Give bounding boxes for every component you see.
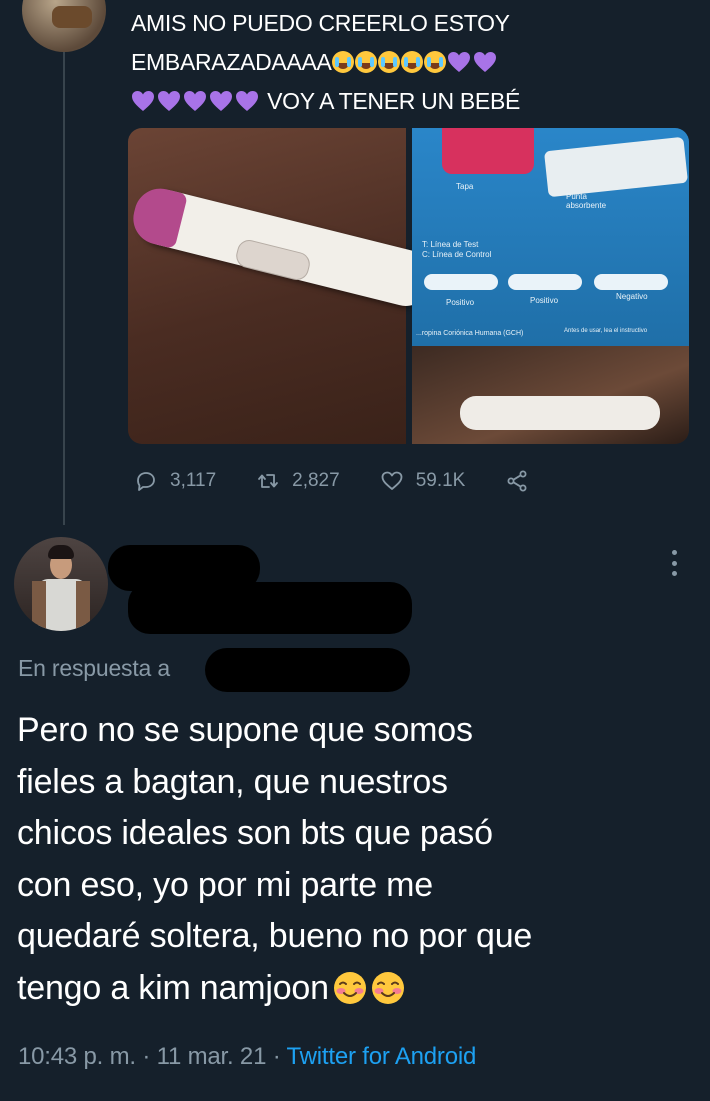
label-hormona: ...ropina Coriónica Humana (GCH)	[416, 330, 524, 337]
reply-tweet-line-4: con eso, yo por mi parte me	[17, 865, 434, 904]
label-tapa: Tapa	[456, 182, 474, 191]
reply-count: 3,117	[170, 470, 217, 491]
share-icon	[507, 470, 527, 492]
tweet-actions: 3,117 2,827 59.1K	[134, 466, 529, 496]
legend-c: C: Línea de Control	[422, 250, 492, 259]
pregnancy-test-photo-1[interactable]	[128, 128, 439, 444]
label-instrucciones: Antes de usar, lea el instructivo	[564, 328, 648, 334]
smiling-face-icon	[371, 971, 404, 1004]
original-tweet-line-1: AMIS NO PUEDO CREERLO ESTOY	[131, 10, 510, 36]
purple-heart-icon	[236, 91, 258, 111]
reply-tweet-line-3: chicos ideales son bts que pasó	[17, 814, 493, 852]
reply-tweet-line-6-text: tengo a kim namjoon	[17, 968, 329, 1007]
reply-tweet-line-2: fieles a bagtan, que nuestros	[17, 762, 448, 801]
original-tweet-line-2: EMBARAZADAAAA	[131, 43, 691, 82]
reply-tweet-line-1: Pero no se supone que somos	[17, 711, 473, 749]
label-negativo: Negativo	[616, 292, 648, 301]
original-author-avatar[interactable]	[22, 0, 106, 52]
result-chip	[508, 274, 582, 290]
reply-button[interactable]: 3,117	[134, 469, 216, 493]
retweet-icon	[258, 474, 279, 488]
tweet-media[interactable]: Tapa Punta absorbente T: Línea de Test C…	[128, 128, 689, 444]
result-chip	[594, 274, 668, 290]
purple-heart-icon	[210, 91, 232, 111]
result-chip	[424, 274, 498, 290]
retweet-button[interactable]: 2,827	[256, 469, 340, 493]
reply-context: En respuesta a	[18, 655, 170, 681]
purple-heart-icon	[447, 52, 470, 72]
pregnancy-test-photo-2[interactable]: Tapa Punta absorbente T: Línea de Test C…	[412, 128, 689, 444]
test-stick	[460, 396, 660, 430]
label-punta: Punta absorbente	[566, 192, 607, 210]
reply-author-avatar[interactable]	[14, 537, 108, 631]
share-button[interactable]	[505, 469, 529, 493]
original-tweet-line-3: VOY A TENER UN BEBÉ	[131, 82, 691, 121]
smiling-face-icon	[333, 971, 366, 1004]
loudly-crying-face-icon	[331, 51, 354, 73]
purple-heart-icon	[132, 91, 154, 111]
tweet-meta: 10:43 p. m. · 11 mar. 21 · Twitter for A…	[18, 1043, 477, 1070]
reply-tweet-line-5: quedaré soltera, bueno no por que	[17, 917, 533, 955]
purple-heart-icon	[158, 91, 180, 111]
heart-outline-icon	[381, 471, 403, 490]
tweet-source-link[interactable]: Twitter for Android	[287, 1043, 477, 1070]
legend-t: T: Línea de Test	[422, 240, 479, 249]
more-options-icon[interactable]	[670, 550, 678, 576]
thread-line	[63, 40, 65, 525]
loudly-crying-face-icon	[354, 51, 377, 73]
tweet-time: 10:43 p. m.	[18, 1043, 136, 1070]
retweet-count: 2,827	[292, 470, 340, 491]
purple-heart-icon	[473, 52, 496, 72]
original-tweet-text: AMIS NO PUEDO CREERLO ESTOY EMBARAZADAAA…	[131, 4, 691, 121]
loudly-crying-face-icon	[400, 51, 423, 73]
like-button[interactable]: 59.1K	[380, 469, 466, 493]
redacted-reply-handle	[205, 648, 410, 692]
loudly-crying-face-icon	[377, 51, 400, 73]
tweet-date: 11 mar. 21	[156, 1043, 267, 1070]
like-count: 59.1K	[415, 470, 466, 491]
label-positivo: Positivo	[530, 296, 559, 305]
avatar-hair	[48, 545, 74, 559]
redacted-username	[128, 582, 412, 634]
label-positivo: Positivo	[446, 298, 475, 307]
reply-tweet-text: Pero no se supone que somos fieles a bag…	[17, 705, 697, 1014]
reply-icon	[137, 472, 155, 491]
loudly-crying-face-icon	[423, 51, 446, 73]
purple-heart-icon	[184, 91, 206, 111]
test-cap	[442, 128, 534, 174]
reply-tweet-line-6: tengo a kim namjoon	[17, 963, 697, 1015]
avatar-jacket	[32, 581, 46, 631]
original-tweet-line-3-text: VOY A TENER UN BEBÉ	[267, 88, 521, 114]
original-tweet-line-2-text: EMBARAZADAAAA	[131, 49, 332, 75]
